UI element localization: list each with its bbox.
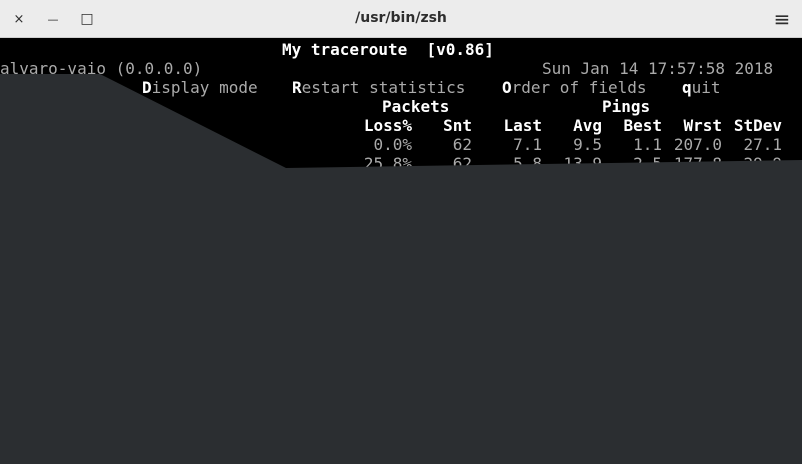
row-1-wrst: 177.8 (673, 154, 722, 173)
key-order-of-fields-label: rder of fields (511, 78, 647, 97)
row-0-last: 7.1 (513, 135, 542, 154)
key-quit[interactable]: quit (682, 78, 721, 97)
col-wrst: Wrst (683, 116, 722, 135)
row-0-avg: 9.5 (573, 135, 602, 154)
row-0-wrst: 207.0 (673, 135, 722, 154)
col-last: Last (503, 116, 542, 135)
mtr-host: alvaro-vaio (0.0.0.0) (0, 59, 203, 78)
window-title: /usr/bin/zsh (355, 10, 447, 26)
row-1-last: 5.8 (513, 154, 542, 173)
key-restart-statistics-label: estart statistics (301, 78, 466, 97)
col-stdev: StDev (733, 116, 782, 135)
key-quit-hotkey: q (682, 78, 692, 97)
key-order-of-fields-hotkey: O (502, 78, 512, 97)
key-order-of-fields[interactable]: Order of fields (502, 78, 647, 97)
mtr-heading: My traceroute [v0.86] (282, 40, 494, 59)
col-snt: Snt (443, 116, 472, 135)
row-0-best: 1.1 (633, 135, 662, 154)
row-1-stdev: 29.9 (743, 154, 782, 173)
mtr-datetime: Sun Jan 14 17:57:58 2018 (542, 59, 774, 78)
hamburger-menu-icon: ≡ (773, 7, 791, 31)
row-1-loss: 25.8% (363, 154, 412, 173)
col-avg: Avg (573, 116, 602, 135)
row-1-avg: 13.9 (563, 154, 602, 173)
row-0-snt: 62 (452, 135, 472, 154)
group-packets: Packets (382, 97, 450, 116)
col-best: Best (623, 116, 662, 135)
row-0-stdev: 27.1 (743, 135, 782, 154)
key-display-mode-label: isplay mode (151, 78, 258, 97)
key-restart-statistics-hotkey: R (292, 78, 302, 97)
key-display-mode-hotkey: D (142, 78, 152, 97)
window-titlebar: × — □ /usr/bin/zsh ≡ (0, 0, 802, 38)
hamburger-menu-button[interactable]: ≡ (772, 7, 792, 31)
col-loss: Loss% (363, 116, 412, 135)
key-restart-statistics[interactable]: Restart statistics (292, 78, 465, 97)
terminal-area[interactable]: My traceroute [v0.86] alvaro-vaio (0.0.0… (0, 38, 802, 464)
key-quit-label: uit (691, 78, 721, 97)
group-pings: Pings (602, 97, 651, 116)
row-1-snt: 62 (452, 154, 472, 173)
row-1-best: 2.5 (633, 154, 662, 173)
key-display-mode[interactable]: Display mode (142, 78, 258, 97)
row-0-loss: 0.0% (373, 135, 412, 154)
